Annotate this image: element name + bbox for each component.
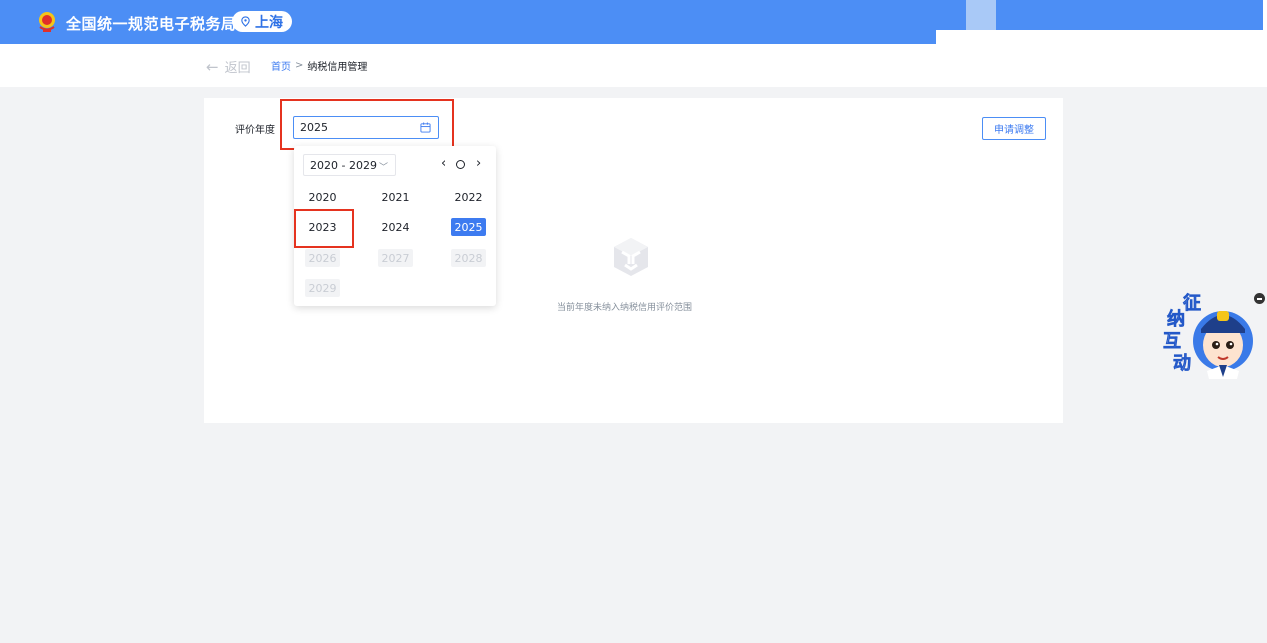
header-overlay-block [966, 0, 996, 30]
next-decade-button[interactable]: › [476, 155, 481, 173]
location-pin-icon [241, 16, 250, 27]
chevron-down-icon: ﹀ [378, 163, 388, 173]
decade-select[interactable]: 2020 - 2029 ﹀ [303, 154, 396, 176]
arrow-left-icon: ← [206, 57, 219, 76]
empty-state-message: 当前年度未纳入纳税信用评价范围 [557, 303, 693, 313]
back-label: 返回 [224, 61, 251, 76]
tax-emblem-icon [39, 12, 55, 32]
mascot-label-char: 动 [1173, 353, 1192, 375]
year-cell[interactable]: 2022 [451, 188, 486, 206]
annotation-box-year-2023 [294, 209, 354, 248]
empty-box-icon [614, 238, 648, 276]
previous-decade-button[interactable]: ‹ [441, 155, 446, 173]
decade-label: 2020 - 2029 [310, 158, 377, 172]
sub-navigation: ← 返回 首页 > 纳税信用管理 [0, 44, 1267, 87]
apply-adjustment-button[interactable]: 申请调整 [982, 117, 1046, 140]
breadcrumb-home[interactable]: 首页 [271, 58, 291, 73]
region-label: 上海 [255, 14, 283, 31]
today-dot-button[interactable] [456, 160, 465, 169]
year-cell-disabled: 2027 [378, 249, 413, 267]
back-button[interactable]: ← 返回 [206, 57, 251, 77]
breadcrumb-current: 纳税信用管理 [307, 62, 368, 73]
year-cell-disabled: 2029 [305, 279, 340, 297]
year-cell-disabled: 2028 [451, 249, 486, 267]
year-cell-disabled: 2026 [305, 249, 340, 267]
mascot-close-button[interactable] [1254, 293, 1265, 304]
breadcrumb: 首页 > 纳税信用管理 [271, 58, 367, 73]
mascot-label-char: 征 [1183, 293, 1202, 315]
mascot-widget[interactable]: 征 纳 互 动 [1157, 287, 1257, 379]
annotation-box-year-input [280, 99, 454, 150]
year-cell[interactable]: 2024 [378, 218, 413, 236]
breadcrumb-separator: > [295, 60, 304, 71]
app-title: 全国统一规范电子税务局 [66, 15, 237, 33]
year-cell-selected[interactable]: 2025 [451, 218, 486, 236]
region-selector[interactable]: 上海 [232, 11, 292, 32]
evaluation-year-label: 评价年度 [235, 125, 275, 136]
year-cell[interactable]: 2020 [305, 188, 340, 206]
year-cell[interactable]: 2021 [378, 188, 413, 206]
